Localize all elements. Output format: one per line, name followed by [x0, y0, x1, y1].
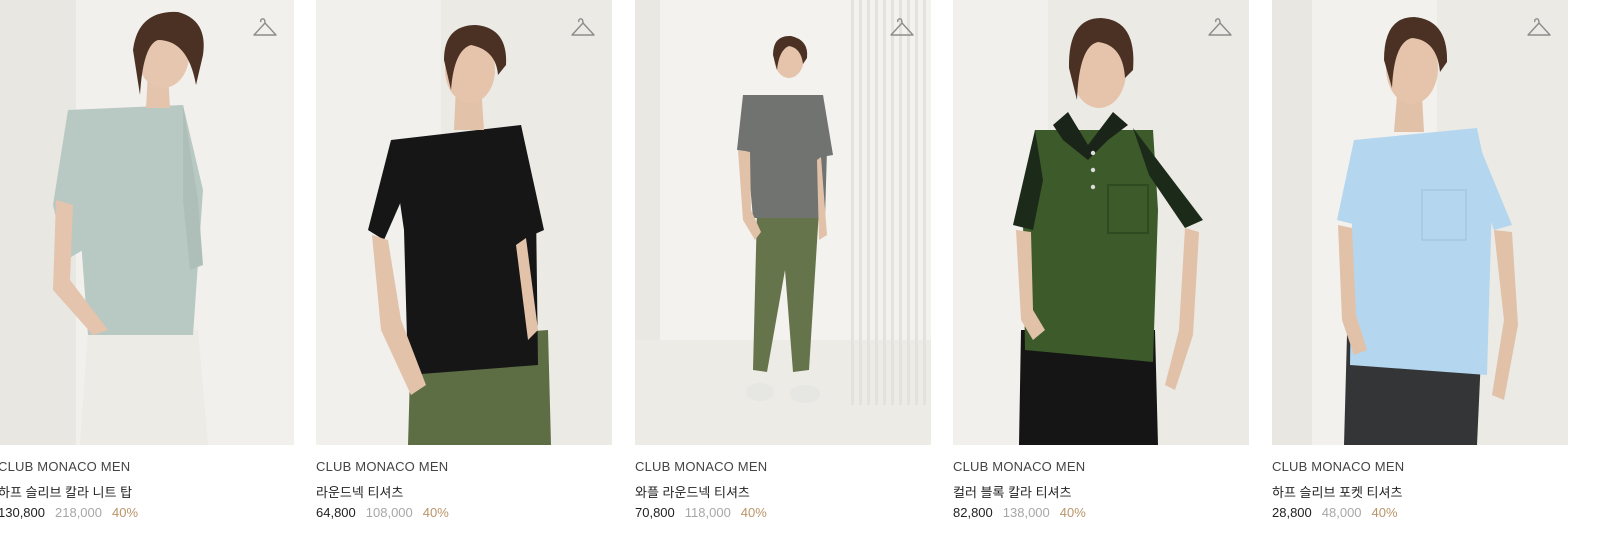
hanger-icon[interactable]	[570, 16, 596, 38]
product-brand: CLUB MONACO MEN	[1272, 459, 1405, 474]
original-price: 218,000	[55, 505, 102, 520]
sale-price: 82,800	[953, 505, 993, 520]
product-prices: 82,800 138,000 40%	[953, 505, 1086, 520]
model-photo	[316, 0, 612, 445]
original-price: 48,000	[1321, 505, 1362, 520]
discount-rate: 40%	[1059, 505, 1086, 520]
sale-price: 130,800	[0, 505, 45, 520]
hanger-icon[interactable]	[252, 16, 278, 38]
product-image[interactable]	[316, 0, 612, 445]
product-prices: 64,800 108,000 40%	[316, 505, 449, 520]
product-name[interactable]: 라운드넥 티셔츠	[316, 482, 403, 501]
product-grid: CLUB MONACO MEN 하프 슬리브 칼라 니트 탑 130,800 21…	[0, 0, 1597, 542]
model-photo	[1272, 0, 1568, 445]
product-image[interactable]	[953, 0, 1249, 445]
hanger-icon[interactable]	[1207, 16, 1233, 38]
product-card[interactable]: CLUB MONACO MEN 와플 라운드넥 티셔츠 70,800 118,00…	[635, 0, 931, 542]
product-name[interactable]: 와플 라운드넥 티셔츠	[635, 482, 750, 501]
product-brand: CLUB MONACO MEN	[635, 459, 768, 474]
model-photo	[635, 0, 931, 445]
sale-price: 28,800	[1272, 505, 1312, 520]
discount-rate: 40%	[1371, 505, 1398, 520]
product-brand: CLUB MONACO MEN	[316, 459, 449, 474]
product-card[interactable]: CLUB MONACO MEN 라운드넥 티셔츠 64,800 108,000 40…	[316, 0, 612, 542]
product-name[interactable]: 하프 슬리브 칼라 니트 탑	[0, 482, 132, 501]
discount-rate: 40%	[112, 505, 139, 520]
product-brand: CLUB MONACO MEN	[0, 459, 131, 474]
product-card[interactable]: CLUB MONACO MEN 컬러 블록 칼라 티셔츠 82,800 138,0…	[953, 0, 1249, 542]
discount-rate: 40%	[740, 505, 767, 520]
product-image[interactable]	[635, 0, 931, 445]
product-prices: 28,800 48,000 40%	[1272, 505, 1398, 520]
product-prices: 70,800 118,000 40%	[635, 505, 767, 520]
original-price: 118,000	[684, 505, 731, 520]
product-brand: CLUB MONACO MEN	[953, 459, 1086, 474]
discount-rate: 40%	[422, 505, 449, 520]
sale-price: 70,800	[635, 505, 675, 520]
model-photo	[0, 0, 294, 445]
product-prices: 130,800 218,000 40%	[0, 505, 138, 520]
original-price: 138,000	[1002, 505, 1050, 520]
product-name[interactable]: 컬러 블록 칼라 티셔츠	[953, 482, 1071, 501]
model-photo	[953, 0, 1249, 445]
hanger-icon[interactable]	[1526, 16, 1552, 38]
sale-price: 64,800	[316, 505, 356, 520]
product-image[interactable]	[1272, 0, 1568, 445]
original-price: 108,000	[365, 505, 413, 520]
product-image[interactable]	[0, 0, 294, 445]
product-name[interactable]: 하프 슬리브 포켓 티셔츠	[1272, 482, 1402, 501]
product-card[interactable]: CLUB MONACO MEN 하프 슬리브 칼라 니트 탑 130,800 21…	[0, 0, 294, 542]
product-card[interactable]: CLUB MONACO MEN 하프 슬리브 포켓 티셔츠 28,800 48,0…	[1272, 0, 1568, 542]
hanger-icon[interactable]	[889, 16, 915, 38]
